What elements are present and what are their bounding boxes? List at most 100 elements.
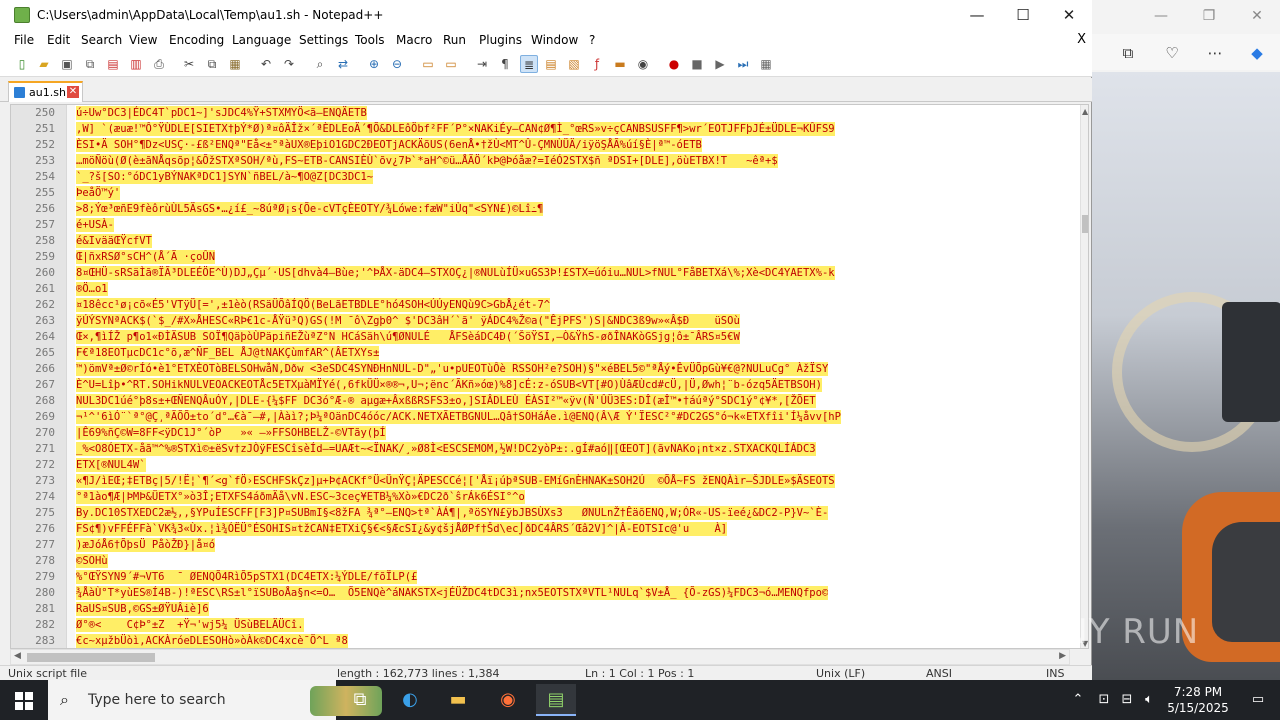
editor-line[interactable]: 266 ™)ömVª±Ø©rÍó•è1°ETXÈOTòBELSOHwåN,Dðw … [11,361,1071,377]
scroll-right-icon[interactable]: ▶ [1059,651,1066,661]
play-macro-icon[interactable]: ▶ [711,55,729,73]
menu-search[interactable]: Search [81,33,122,47]
udl-icon[interactable]: ▤ [542,55,560,73]
open-file-icon[interactable]: ▰ [35,55,53,73]
editor-line[interactable]: 269 ¬¹^'6ìÓ¨`ª°@Ç͵ªÃÕÕ±to´d°…€à¯—#,|Ààì?;… [11,409,1071,425]
menu-window[interactable]: Window [531,33,578,47]
sync-v-icon[interactable]: ▭ [419,55,437,73]
editor-line[interactable]: 254 `_?š[SO:°óDC1yBÝNAKªDC1]SYN`ñBEL/à~¶O… [11,169,1071,185]
vertical-scrollbar[interactable]: ▲ ▼ [1080,105,1088,648]
editor-line[interactable]: 262 ¤18êcc¹ø¡cõ«É5'VTÿÜ[=',±1èò(RSäÜÕâÍQÖ… [11,297,1071,313]
cut-icon[interactable]: ✂ [180,55,198,73]
scrollbar-thumb[interactable] [27,653,155,662]
show-all-chars-icon[interactable]: ¶ [496,55,514,73]
editor-line[interactable]: 251 ,W] `(æuæ!™Ô°ŸÙDLE[SIETX†þÝ*Ø)ª¤ôÄÎž×… [11,121,1071,137]
editor-line[interactable]: 257 é+USÀ- [11,217,1071,233]
editor-line[interactable]: 267 È^U=Lîþ•^RT.SOHikNULVEOACKEOTÅc5ETXµà… [11,377,1071,393]
doc-map-icon[interactable]: ▧ [565,55,583,73]
close-document-button[interactable]: X [1077,32,1086,47]
replace-icon[interactable]: ⇄ [334,55,352,73]
task-view-icon[interactable]: ⧉ [340,684,380,716]
firefox-icon[interactable]: ◉ [488,684,528,716]
file-explorer-icon[interactable]: ▬ [438,684,478,716]
show-hidden-icons-icon[interactable]: ⌃ [1066,680,1090,720]
editor-line[interactable]: 263 ÿÚÝSYNªACK$(`$_/#X»ÅHESC«RÞ€1c-ÅŸü³Q)… [11,313,1071,329]
scrollbar-thumb[interactable] [1082,215,1088,233]
minimize-icon[interactable]: — [1150,6,1172,26]
start-button[interactable] [0,680,48,720]
editor-line[interactable]: 280 ¾ÅàÙ°T*yùES®Í4B-)!ªESC\RS±l°ïSUBoÅa§n… [11,585,1071,601]
save-icon[interactable]: ▣ [58,55,76,73]
paste-icon[interactable]: ▦ [226,55,244,73]
editor-pane[interactable]: 250 ú÷Uw°DC3|ÉDC4T`pDC1~]'sJDC4%Ÿ+STXMYÖ<… [10,104,1089,649]
editor-line[interactable]: 275 By.DC10STXEDC2æ½,,§YPuÍESCFF[F3]P¤SUB… [11,505,1071,521]
editor-line[interactable]: 253 …möÑöù(Ø(è±ãNÅqsõp¦&ÕžSTXªSOH/ªù,FS~E… [11,153,1071,169]
editor-line[interactable]: 264 Œ×,¶ìÍŽ p¶o1«ÐÌÄSUB SOÏ¶QäþòÙPäpiñEŽù… [11,329,1071,345]
record-macro-icon[interactable]: ● [665,55,683,73]
editor-line[interactable]: 258 é&IvääŒŸcfVT [11,233,1071,249]
taskbar-clock[interactable]: 7:28 PM 5/15/2025 [1158,684,1238,716]
menu-view[interactable]: View [129,33,157,47]
status-eol[interactable]: Unix (LF) [816,667,865,680]
scroll-left-icon[interactable]: ◀ [14,651,21,661]
editor-line[interactable]: 283 €c~xµžbÜòì,ACKÀróeDLESOHò»òÀk©DC4xcè¯… [11,633,1071,648]
close-icon[interactable]: ▤ [104,55,122,73]
word-wrap-icon[interactable]: ⇥ [473,55,491,73]
menu-run[interactable]: Run [443,33,466,47]
scroll-up-icon[interactable]: ▲ [1082,107,1088,116]
zoom-in-icon[interactable]: ⊕ [365,55,383,73]
menu-file[interactable]: File [14,33,34,47]
editor-line[interactable]: 261 ®Ö…o1 [11,281,1071,297]
editor-line[interactable]: 281 RaUS¤SUB,©GS±ØŸUÂiè]6 [11,601,1071,617]
editor-line[interactable]: 273 «¶J/ìEŒ;‡ETBç|5/!Ë¦`¶´<g`fÖ›ESCHFSkÇz… [11,473,1071,489]
network-icon[interactable]: ⊟ [1116,680,1138,720]
stop-macro-icon[interactable]: ■ [688,55,706,73]
editor-line[interactable]: 277)æJóÅ6†ÕþsÜ PåòŽÐ}|å¤ó [11,537,1071,553]
close-all-icon[interactable]: ▥ [127,55,145,73]
editor-line[interactable]: 272 ETX[®NUL4W` [11,457,1071,473]
more-options-icon[interactable]: ⋯ [1204,42,1226,64]
indent-guide-icon[interactable]: ≣ [520,55,538,73]
notification-icon[interactable]: ▭ [1238,680,1278,720]
editor-line[interactable]: 271 _%<O8ÓETX-åã™^%®STXì©±ëSv†zJÒÿFESCîsè… [11,441,1071,457]
editor-line[interactable]: 270 |Ê69%ñÇ©W=8FF<ÿDC1J°´òP »« —»FFSOHBEL… [11,425,1071,441]
undo-icon[interactable]: ↶ [257,55,275,73]
copy-icon[interactable]: ⧉ [203,55,221,73]
print-icon[interactable]: ⎙ [150,55,168,73]
save-all-icon[interactable]: ⧉ [81,55,99,73]
close-icon[interactable]: ✕ [1246,6,1268,26]
editor-line[interactable]: 256 >8;Ýœ³œñE9fèôrùÙL5ÄsGS•…¿í£_~8úªØ¡s{Õ… [11,201,1071,217]
editor-line[interactable]: 276 FS¢¶)vFFÉFFà`VK¾3«Ùx.¦ì¾ÓËÜ°ÉSOHIS¤tž… [11,521,1071,537]
folder-workspace-icon[interactable]: ▬ [611,55,629,73]
editor-line[interactable]: 250 ú÷Uw°DC3|ÉDC4T`pDC1~]'sJDC4%Ÿ+STXMYÖ<… [11,105,1071,121]
horizontal-scrollbar[interactable]: ◀ ▶ [10,649,1070,665]
menu-help[interactable]: ? [589,33,595,47]
edge-browser-icon[interactable]: ◐ [390,684,430,716]
tab-au1-sh[interactable]: au1.sh ✕ [8,81,83,102]
editor-line[interactable]: 265 F€ª18EOTµcDC1c°õ,æ^ÑF_BEL ÅJ@tNAKÇùmf… [11,345,1071,361]
device-icon[interactable]: ⊡ [1092,680,1116,720]
editor-line[interactable]: 278 ©SOHù [11,553,1071,569]
sync-h-icon[interactable]: ▭ [442,55,460,73]
editor-line[interactable]: 279 %°ŒŸSYN9´#¬VT6 ¯ ØENQÕ4RìÕ5pSTX1(DC4E… [11,569,1071,585]
zoom-out-icon[interactable]: ⊖ [388,55,406,73]
menu-tools[interactable]: Tools [355,33,385,47]
menu-macro[interactable]: Macro [396,33,432,47]
editor-line[interactable]: 260 8¤ŒHÜ-sRSäÌã®ÏÃ³DLEÉÖE^Ù)DJ„Çµ´·US[dh… [11,265,1071,281]
run-macro-multiple-icon[interactable]: ⏭ [734,55,752,73]
status-encoding[interactable]: ANSI [926,667,952,680]
editor-line[interactable]: 259 Œ|ñxRSØ°sCH^(Å´Ã ·çoÛN [11,249,1071,265]
notepadpp-taskbar-icon[interactable]: ▤ [536,684,576,716]
restore-icon[interactable]: ❐ [1198,6,1220,26]
collections-icon[interactable]: ⧉ [1117,42,1139,64]
function-list-icon[interactable]: ƒ [588,55,606,73]
menu-plugins[interactable]: Plugins [479,33,522,47]
volume-icon[interactable]: 🔈︎ [1138,680,1160,720]
monitor-icon[interactable]: ◉ [634,55,652,73]
copilot-icon[interactable]: ◆ [1246,42,1268,64]
new-file-icon[interactable]: ▯ [13,55,31,73]
editor-line[interactable]: 282 Ø°®< C¢Þ°±Z +Ÿ¬'wj5¼ ÜSùBELÄÜCî. [11,617,1071,633]
menu-settings[interactable]: Settings [299,33,348,47]
editor-line[interactable]: 252 ÈSI•Ä SOH°¶Dz<USÇ·-£ß²ENQª"Eå<±°ªàUX®… [11,137,1071,153]
minimize-button[interactable]: — [954,0,1000,31]
